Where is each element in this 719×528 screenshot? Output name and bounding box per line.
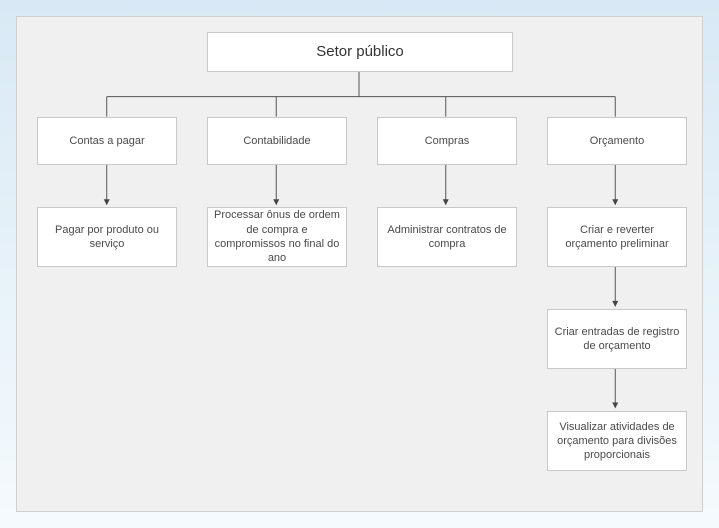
branch-general-ledger: Contabilidade bbox=[207, 117, 347, 165]
branch-purchasing: Compras bbox=[377, 117, 517, 165]
leaf-process-encumbrances: Processar ônus de ordem de compra e comp… bbox=[207, 207, 347, 267]
diagram-canvas: Setor público Contas a pagar Contabilida… bbox=[16, 16, 703, 512]
leaf-manage-contracts: Administrar contratos de compra bbox=[377, 207, 517, 267]
leaf-create-revert-budget: Criar e reverter orçamento preliminar bbox=[547, 207, 687, 267]
leaf-view-budget-activities: Visualizar atividades de orçamento para … bbox=[547, 411, 687, 471]
branch-budget: Orçamento bbox=[547, 117, 687, 165]
branch-accounts-payable: Contas a pagar bbox=[37, 117, 177, 165]
root-node: Setor público bbox=[207, 32, 513, 72]
leaf-pay-product-service: Pagar por produto ou serviço bbox=[37, 207, 177, 267]
leaf-create-budget-entries: Criar entradas de registro de orçamento bbox=[547, 309, 687, 369]
